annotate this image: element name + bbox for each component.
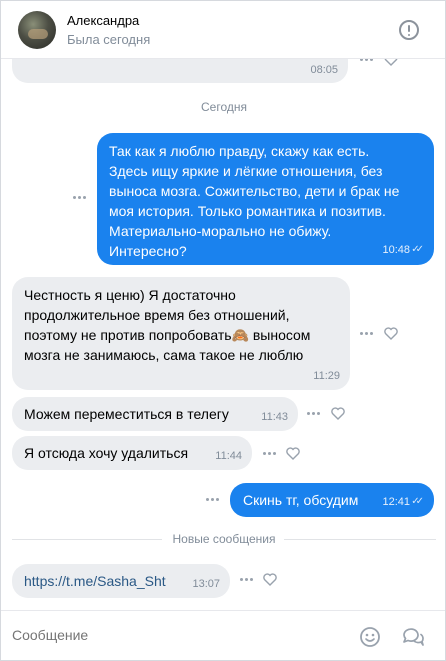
- more-dots-icon[interactable]: [240, 578, 254, 582]
- message-bubble-outgoing[interactable]: Так как я люблю правду, скажу как есть. …: [97, 133, 434, 265]
- double-check-icon: ✓✓: [411, 244, 424, 255]
- chat-window: Александра Была сегодня 08:05 Сегодня Та…: [0, 0, 446, 661]
- message-text-line: поэтому не против попробовать🙈 выносом: [24, 327, 311, 343]
- message-text-line: Так как я люблю правду, скажу как есть.: [109, 143, 370, 159]
- message-text-line: моя история. Только романтика и позитив.: [109, 203, 386, 219]
- more-dots-icon[interactable]: [73, 196, 87, 200]
- more-dots-icon[interactable]: [307, 412, 321, 416]
- more-dots-icon[interactable]: [263, 452, 277, 456]
- message-time: 11:43: [261, 411, 288, 423]
- more-dots-icon[interactable]: [360, 332, 374, 336]
- info-icon[interactable]: [399, 20, 419, 40]
- avatar[interactable]: [18, 11, 56, 49]
- message-bubble-incoming[interactable]: Можем переместиться в телегу 11:43: [12, 397, 298, 431]
- chat-header: Александра Была сегодня: [1, 1, 445, 59]
- chat-bubbles-icon[interactable]: [401, 626, 425, 648]
- contact-name[interactable]: Александра: [67, 13, 139, 28]
- heart-icon[interactable]: [286, 447, 300, 460]
- message-link[interactable]: https://t.me/Sasha_Sht: [24, 571, 218, 591]
- message-time: 13:07: [192, 578, 220, 590]
- message-text-line: Здесь ищу яркие и лёгкие отношения, без: [109, 163, 383, 179]
- message-text-line: мозга не занимаюсь, сама такое не люблю: [24, 347, 304, 363]
- contact-status: Была сегодня: [67, 32, 151, 47]
- day-separator: Сегодня: [201, 100, 247, 114]
- heart-icon[interactable]: [263, 573, 277, 586]
- message-bubble-incoming[interactable]: https://t.me/Sasha_Sht 13:07: [12, 564, 230, 598]
- message-time: 08:05: [310, 64, 338, 76]
- double-check-icon: ✓✓: [411, 496, 424, 507]
- message-text-line: Интересно?: [109, 243, 187, 259]
- message-text: Я отсюда хочу удалиться: [24, 445, 189, 461]
- message-bubble-incoming[interactable]: Я отсюда хочу удалиться 11:44: [12, 436, 252, 470]
- message-text: Можем переместиться в телегу: [24, 406, 229, 422]
- more-dots-icon[interactable]: [206, 498, 220, 502]
- message-bubble-incoming[interactable]: Честность я ценю) Я достаточно продолжит…: [12, 277, 350, 390]
- smile-icon[interactable]: [359, 626, 381, 648]
- message-text-line: продолжительное время без отношений,: [24, 307, 290, 323]
- heart-icon[interactable]: [331, 407, 345, 420]
- message-text-line: Материально-морально не обижу.: [109, 223, 332, 239]
- message-text-line: выноса мозга. Сожительство, дети и брак …: [109, 183, 400, 199]
- message-text-line: Честность я ценю) Я достаточно: [24, 287, 236, 303]
- new-messages-separator: Новые сообщения: [1, 532, 445, 546]
- message-input[interactable]: [12, 627, 312, 643]
- message-time: 11:29: [313, 370, 340, 382]
- message-bubble-outgoing[interactable]: Скинь тг, обсудим 12:41 ✓✓: [230, 483, 434, 517]
- message-time: 11:44: [215, 450, 242, 462]
- message-time: 10:48: [382, 244, 410, 256]
- message-time: 12:41: [382, 496, 410, 508]
- heart-icon[interactable]: [384, 327, 398, 340]
- new-messages-label: Новые сообщения: [1, 532, 445, 546]
- message-composer: [1, 610, 445, 660]
